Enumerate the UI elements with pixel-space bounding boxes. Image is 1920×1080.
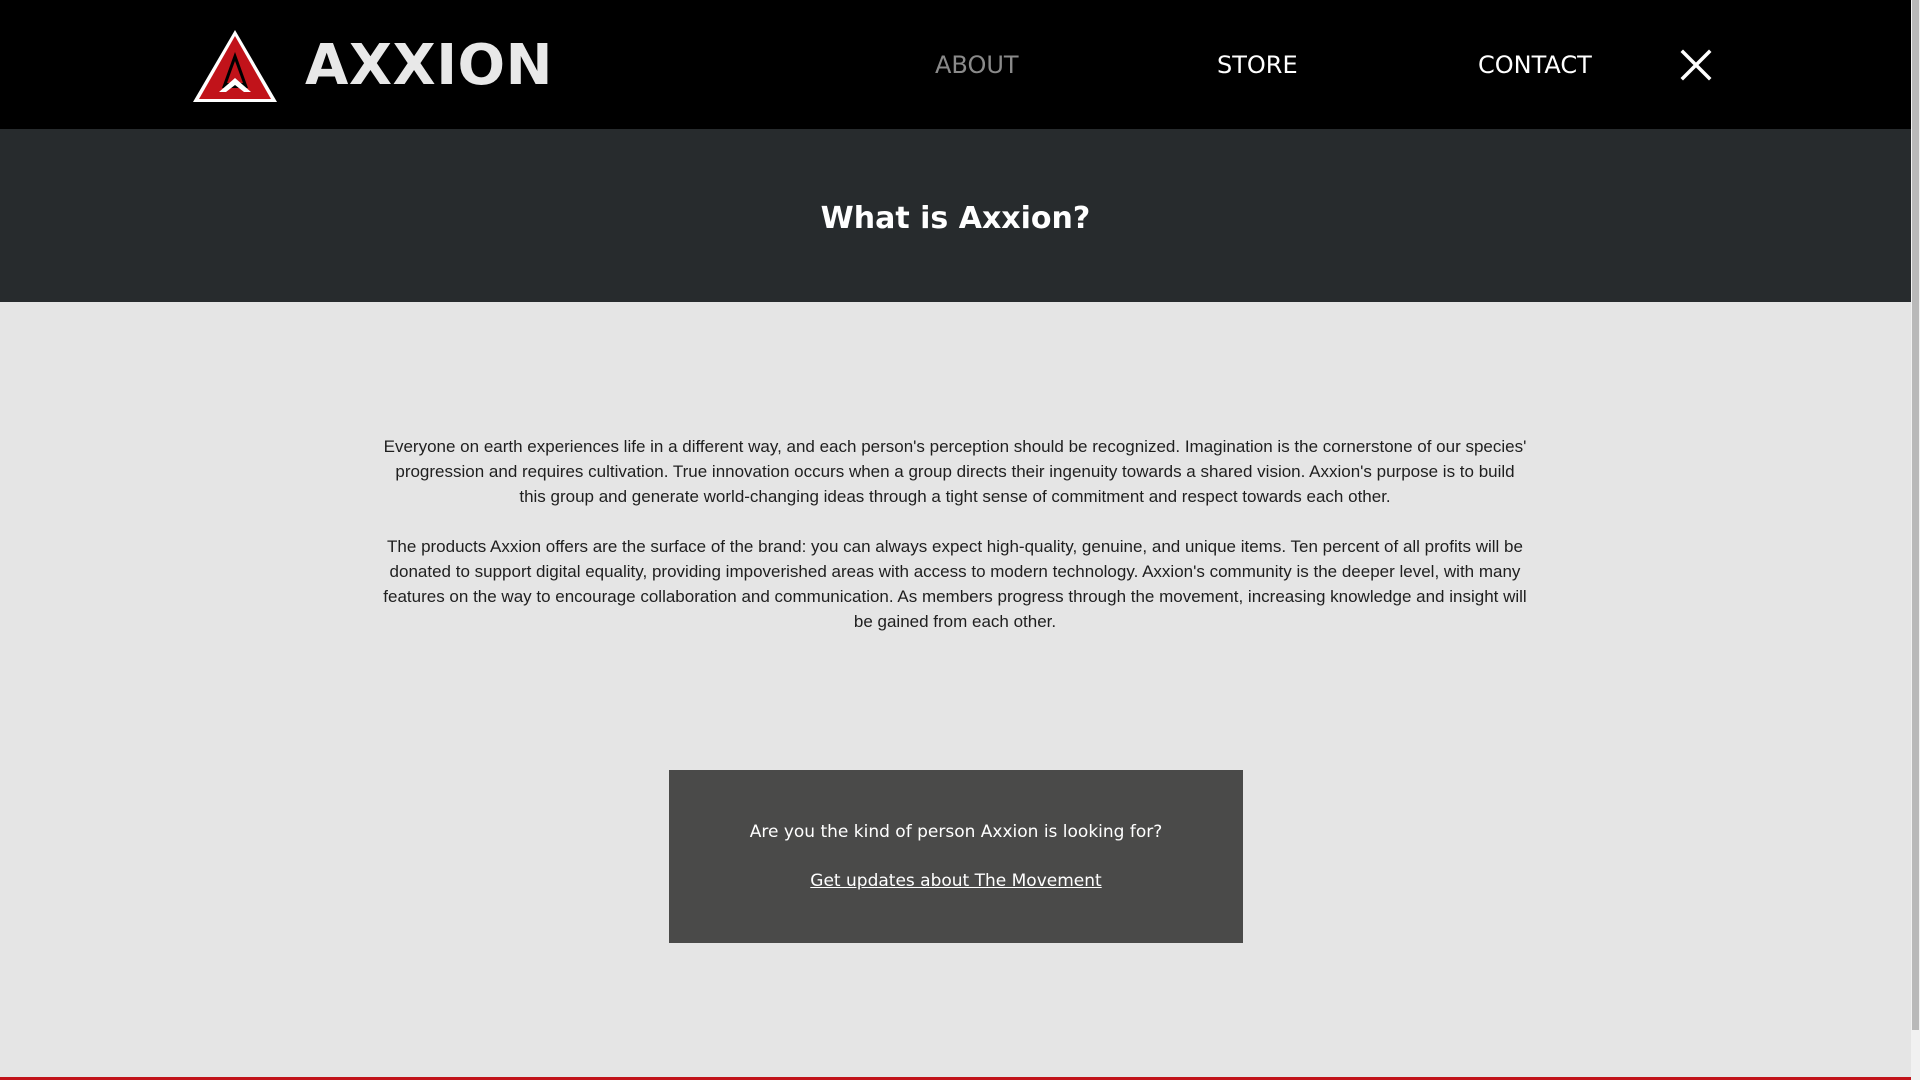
- axxion-a-logo-icon: [192, 28, 278, 104]
- about-paragraph: Everyone on earth experiences life in a …: [383, 437, 1527, 506]
- get-updates-link[interactable]: Get updates about The Movement: [669, 869, 1243, 893]
- close-icon: [1679, 48, 1713, 82]
- page: AXXION ABOUT STORE CONTACT What is Axxio…: [0, 0, 1920, 1080]
- cta-question: Are you the kind of person Axxion is loo…: [749, 822, 1163, 842]
- nav-link-about[interactable]: ABOUT: [935, 48, 1019, 82]
- title-band: What is Axxion?: [0, 129, 1911, 302]
- nav-link-contact[interactable]: CONTACT: [1478, 48, 1592, 82]
- vertical-scrollbar[interactable]: [1911, 0, 1920, 1080]
- nav-link-store[interactable]: STORE: [1217, 48, 1298, 82]
- viewport: AXXION ABOUT STORE CONTACT What is Axxio…: [0, 0, 1911, 1080]
- brand-name: AXXION: [305, 33, 553, 98]
- home-logo-link[interactable]: AXXION: [192, 26, 553, 106]
- cta-box: Are you the kind of person Axxion is loo…: [669, 770, 1243, 943]
- about-section: Everyone on earth experiences life in a …: [380, 434, 1530, 659]
- page-title: What is Axxion?: [820, 201, 1091, 236]
- site-header: AXXION ABOUT STORE CONTACT: [0, 0, 1911, 129]
- scrollbar-thumb[interactable]: [1912, 0, 1919, 1030]
- about-paragraph: The products Axxion offers are the surfa…: [383, 537, 1527, 631]
- close-menu-button[interactable]: [1679, 48, 1713, 82]
